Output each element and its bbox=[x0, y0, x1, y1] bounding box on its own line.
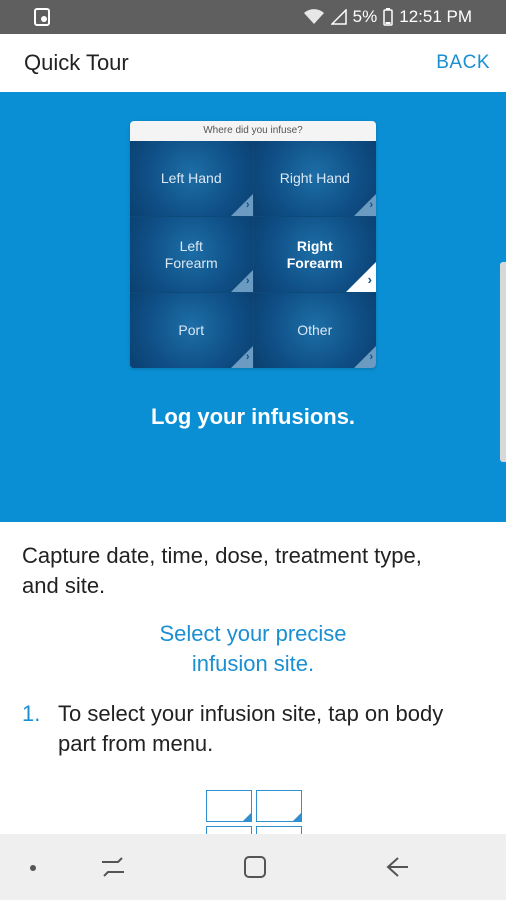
app-header: Quick Tour BACK bbox=[0, 34, 506, 92]
site-cell-other: Other › bbox=[253, 293, 376, 368]
mini-cell bbox=[256, 790, 302, 822]
site-cell-left-forearm: Left Forearm › bbox=[130, 217, 253, 292]
site-cell-port: Port › bbox=[130, 293, 253, 368]
mock-question: Where did you infuse? bbox=[130, 121, 376, 141]
notification-icon bbox=[34, 8, 50, 26]
infusion-site-mock: Where did you infuse? Left Hand › Right … bbox=[130, 121, 376, 368]
scrollbar[interactable] bbox=[500, 262, 506, 462]
step-item: 1. To select your infusion site, tap on … bbox=[22, 699, 482, 759]
highlight-text: Select your precise infusion site. bbox=[0, 619, 506, 679]
chevron-right-icon: › bbox=[367, 272, 372, 287]
battery-percent: 5% bbox=[352, 7, 378, 26]
hero-caption: Log your infusions. bbox=[150, 404, 356, 429]
battery-icon bbox=[383, 8, 393, 26]
step-number: 1. bbox=[22, 701, 41, 726]
site-cell-left-hand: Left Hand › bbox=[130, 141, 253, 216]
home-icon[interactable] bbox=[242, 854, 268, 880]
mini-cell bbox=[206, 790, 252, 822]
site-cell-label: Port bbox=[178, 322, 205, 338]
description-text: Capture date, time, dose, treatment type… bbox=[22, 543, 422, 598]
chevron-right-icon: › bbox=[369, 351, 373, 363]
step-text: To select your infusion site, tap on bod… bbox=[58, 701, 444, 756]
site-cell-right-hand: Right Hand › bbox=[253, 141, 376, 216]
site-cell-right-forearm: Right Forearm › bbox=[253, 217, 376, 292]
status-bar: 5% 12:51 PM bbox=[0, 0, 506, 34]
highlight-line: Select your precise infusion site. bbox=[159, 621, 347, 676]
hero-notch bbox=[0, 500, 506, 522]
back-button[interactable]: BACK bbox=[436, 52, 490, 74]
site-cell-label: Left Forearm bbox=[164, 237, 218, 271]
mock-grid: Left Hand › Right Hand › Left Forearm › … bbox=[130, 141, 376, 368]
dot-icon[interactable] bbox=[30, 865, 36, 871]
site-cell-label: Left Hand bbox=[160, 170, 222, 186]
back-arrow-icon[interactable] bbox=[384, 854, 410, 880]
chevron-right-icon: › bbox=[245, 275, 250, 287]
chevron-right-icon: › bbox=[245, 351, 250, 363]
wifi-icon bbox=[303, 9, 324, 24]
mini-grid-illustration bbox=[206, 790, 302, 858]
system-nav-bar bbox=[0, 834, 506, 900]
site-cell-label: Right Hand bbox=[279, 170, 350, 186]
chevron-right-icon: › bbox=[369, 199, 373, 211]
site-cell-label: Right Forearm bbox=[286, 237, 343, 271]
chevron-right-icon: › bbox=[245, 199, 250, 211]
recent-apps-icon[interactable] bbox=[100, 854, 126, 880]
page-title: Quick Tour bbox=[24, 50, 129, 75]
clock: 12:51 PM bbox=[399, 7, 472, 26]
signal-icon bbox=[330, 9, 347, 25]
site-cell-label: Other bbox=[297, 322, 333, 338]
